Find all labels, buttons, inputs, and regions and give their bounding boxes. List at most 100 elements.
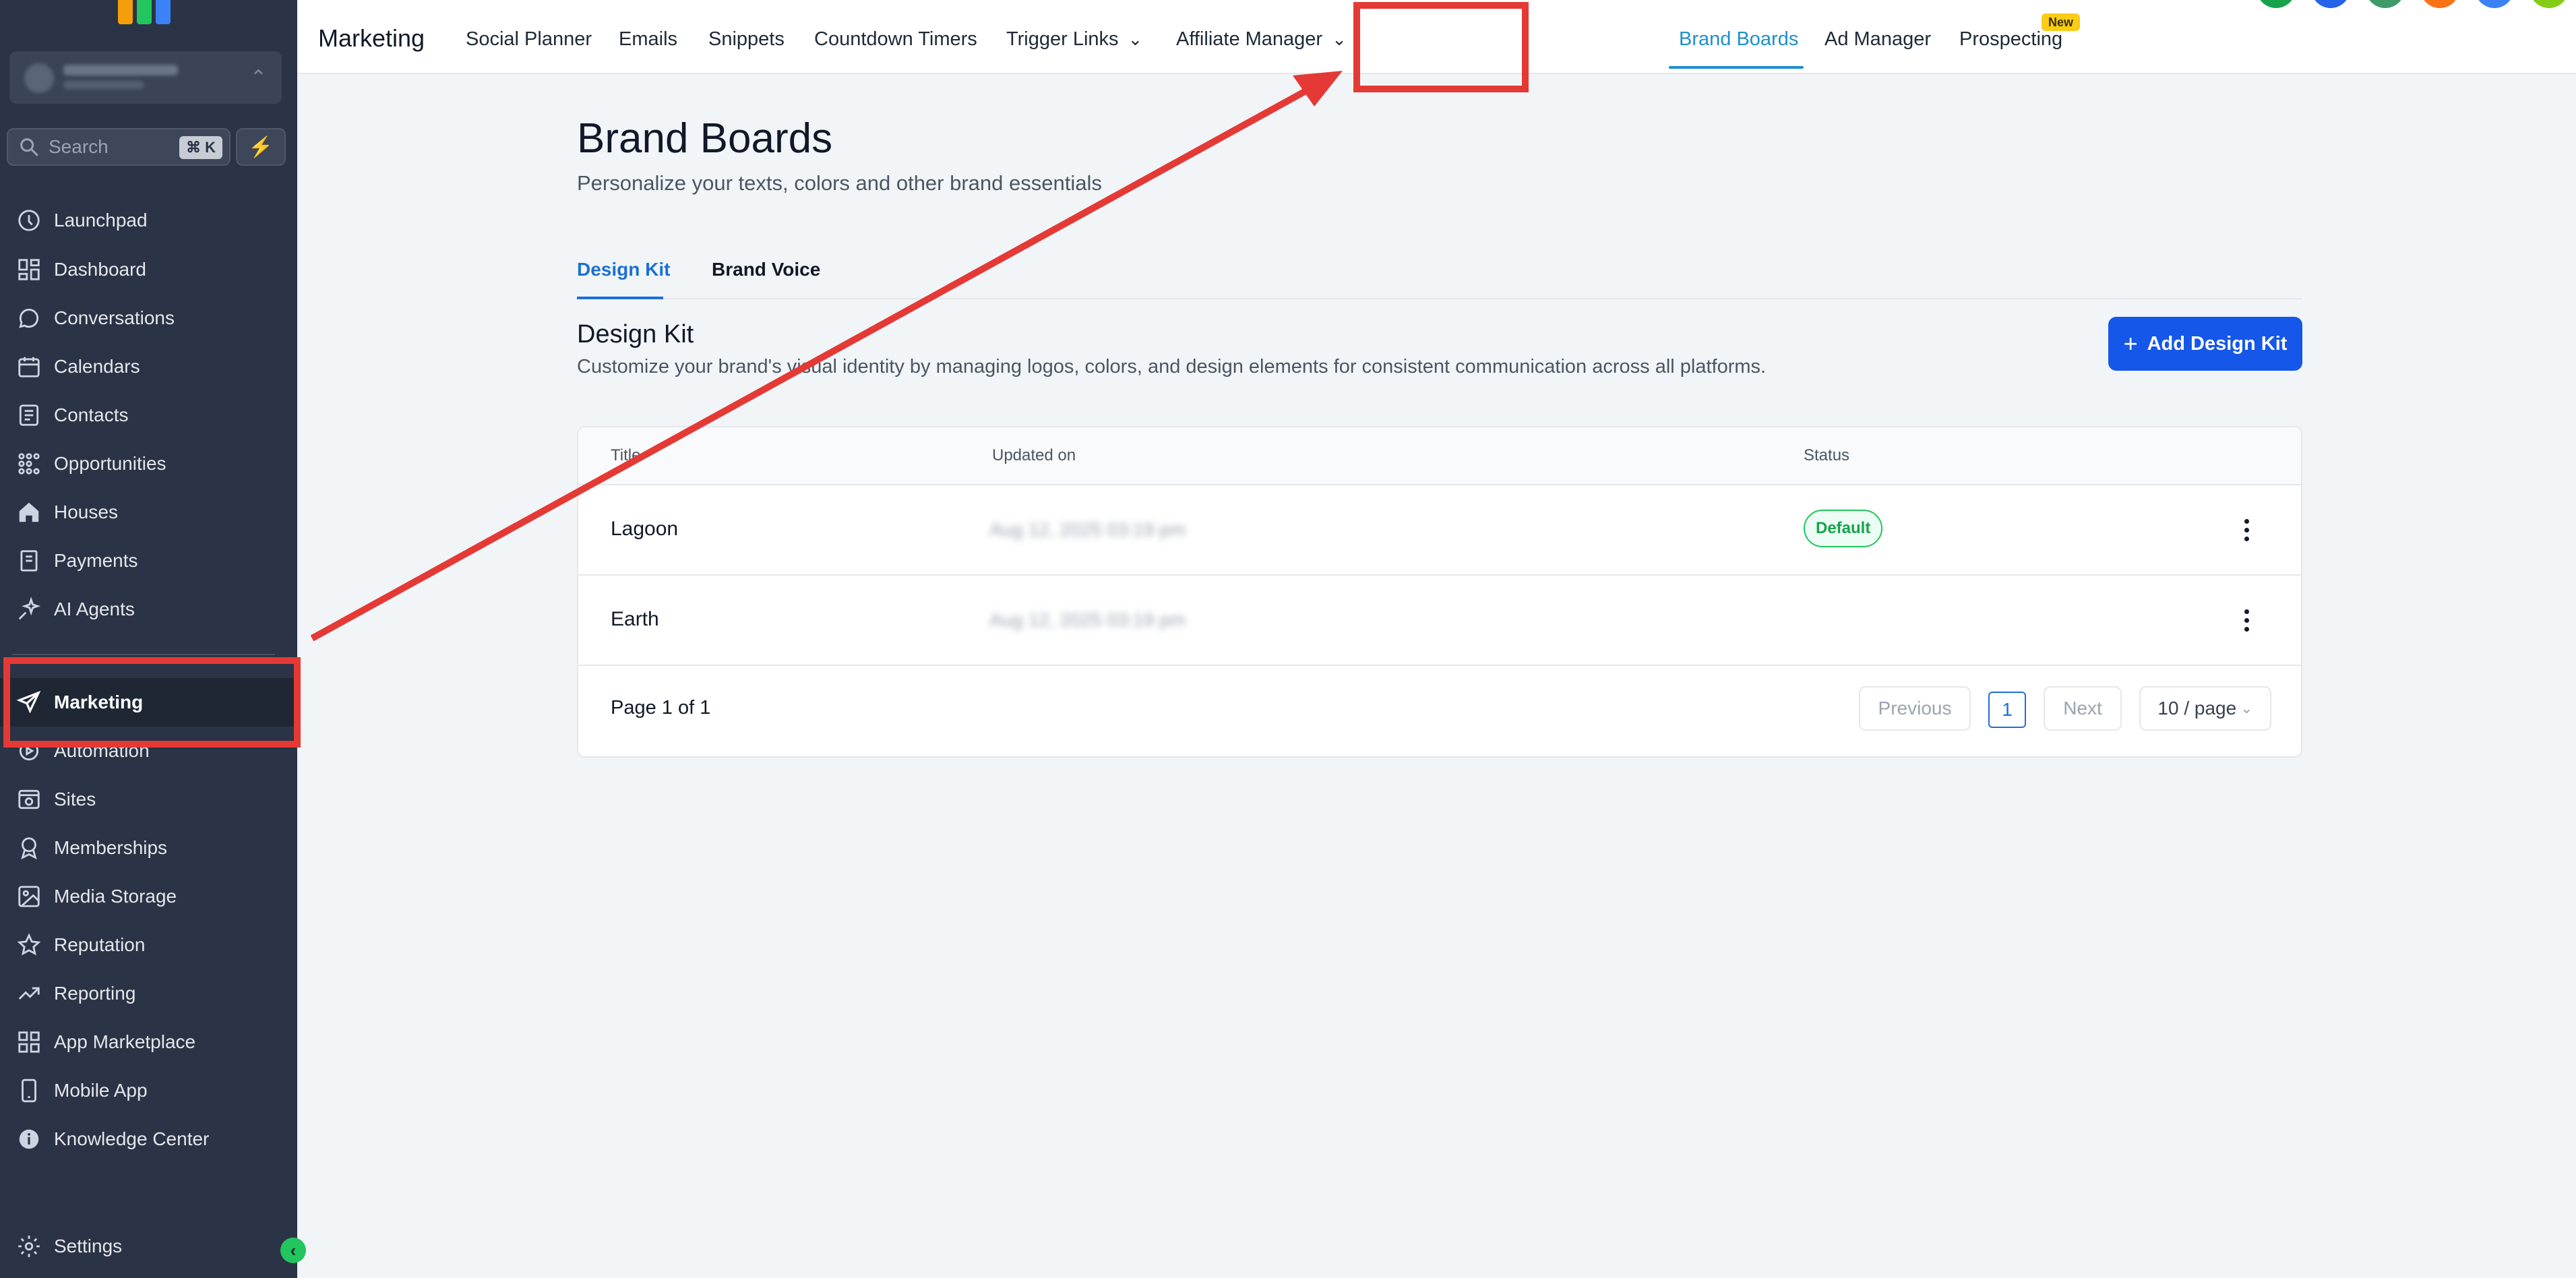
quick-actions-button[interactable]: ⚡ bbox=[236, 128, 286, 166]
avatar[interactable] bbox=[2529, 0, 2569, 8]
chevron-down-icon: ⌄ bbox=[2240, 700, 2253, 717]
search-placeholder: Search bbox=[49, 136, 109, 157]
sidebar-item-label: Payments bbox=[54, 550, 138, 571]
tab-design-kit[interactable]: Design Kit bbox=[577, 259, 670, 280]
sidebar-item-label: Calendars bbox=[54, 356, 140, 377]
tab-trigger-links[interactable]: Trigger Links ⌄ bbox=[1006, 28, 1142, 51]
kit-updated-date: Aug 12, 2025 03:19 pm bbox=[989, 609, 1186, 630]
status-badge: Default bbox=[1804, 510, 1883, 547]
app-logo[interactable] bbox=[118, 0, 172, 24]
tab-affiliate-manager[interactable]: Affiliate Manager ⌄ bbox=[1176, 28, 1347, 51]
sidebar-item-reputation[interactable]: Reputation bbox=[0, 921, 297, 969]
more-options-icon[interactable] bbox=[2236, 508, 2257, 551]
account-switcher[interactable]: ⌃ bbox=[9, 51, 282, 104]
tab-label: Snippets bbox=[708, 28, 785, 50]
phone-icon bbox=[22, 1078, 36, 1103]
chevron-updown-icon: ⌃ bbox=[249, 67, 267, 89]
kit-updated-date: Aug 12, 2025 03:19 pm bbox=[989, 519, 1186, 540]
trend-icon bbox=[18, 987, 40, 1000]
button-label: Add Design Kit bbox=[2147, 332, 2288, 355]
account-name bbox=[63, 65, 178, 75]
sidebar-item-launchpad[interactable]: Launchpad bbox=[0, 196, 297, 245]
page-number-button[interactable]: 1 bbox=[1988, 692, 2026, 728]
top-bar: Marketing Social Planner Emails Snippets… bbox=[297, 0, 2576, 74]
table-row[interactable]: Lagoon Aug 12, 2025 03:19 pm Default bbox=[578, 485, 2301, 576]
sidebar-item-calendars[interactable]: Calendars bbox=[0, 342, 297, 391]
tab-countdown-timers[interactable]: Countdown Timers bbox=[814, 28, 977, 51]
grid-icon bbox=[18, 1031, 40, 1053]
sidebar-item-dashboard[interactable]: Dashboard bbox=[0, 245, 297, 294]
kit-title: Lagoon bbox=[611, 518, 679, 540]
sidebar-item-automation[interactable]: Automation bbox=[0, 727, 297, 775]
sidebar-item-label: AI Agents bbox=[54, 599, 135, 619]
tab-snippets[interactable]: Snippets bbox=[708, 28, 785, 51]
sidebar-item-app-marketplace[interactable]: App Marketplace bbox=[0, 1018, 297, 1066]
table-row[interactable]: Earth Aug 12, 2025 03:19 pm bbox=[578, 576, 2301, 666]
tab-brand-voice[interactable]: Brand Voice bbox=[712, 259, 820, 280]
contacts-icon bbox=[19, 404, 39, 426]
sidebar-divider bbox=[12, 654, 275, 655]
sparkle-icon bbox=[18, 597, 41, 620]
sidebar-item-conversations[interactable]: Conversations bbox=[0, 294, 297, 342]
next-page-button[interactable]: Next bbox=[2044, 686, 2122, 731]
tab-brand-boards[interactable]: Brand Boards bbox=[1679, 28, 1798, 51]
sidebar-item-knowledge-center[interactable]: Knowledge Center bbox=[0, 1115, 297, 1163]
previous-page-button[interactable]: Previous bbox=[1859, 686, 1971, 731]
tab-emails[interactable]: Emails bbox=[619, 28, 677, 51]
active-tab-indicator bbox=[1669, 66, 1804, 69]
opportunities-icon bbox=[18, 453, 40, 475]
lightning-icon: ⚡ bbox=[248, 135, 274, 158]
sidebar-item-marketing[interactable]: Marketing bbox=[0, 678, 297, 727]
avatar[interactable] bbox=[2311, 0, 2350, 8]
sidebar-item-settings[interactable]: Settings bbox=[0, 1222, 297, 1271]
tab-label: Countdown Timers bbox=[814, 28, 977, 50]
section-description: Customize your brand's visual identity b… bbox=[577, 356, 1767, 377]
tab-prospecting[interactable]: Prospecting bbox=[1959, 28, 2062, 51]
tab-label: Social Planner bbox=[466, 28, 592, 50]
sidebar-item-sites[interactable]: Sites bbox=[0, 775, 297, 824]
sidebar-item-mobile-app[interactable]: Mobile App bbox=[0, 1066, 297, 1115]
account-location bbox=[63, 81, 144, 89]
sidebar-item-label: Media Storage bbox=[54, 886, 177, 907]
sidebar-item-opportunities[interactable]: Opportunities bbox=[0, 439, 297, 488]
sidebar-item-label: Mobile App bbox=[54, 1080, 148, 1101]
search-input[interactable]: Search ⌘ K bbox=[7, 128, 231, 166]
chevron-down-icon: ⌄ bbox=[1332, 29, 1347, 49]
avatar[interactable] bbox=[2420, 0, 2459, 8]
page-size-value: 10 / page bbox=[2157, 698, 2237, 719]
calendar-icon bbox=[18, 357, 40, 377]
sidebar-item-label: Conversations bbox=[54, 307, 175, 328]
send-icon bbox=[16, 690, 41, 714]
section-heading: Design Kit bbox=[577, 320, 694, 348]
tab-label: Brand Boards bbox=[1679, 28, 1799, 50]
sidebar-item-label: Memberships bbox=[54, 837, 168, 858]
add-design-kit-button[interactable]: + Add Design Kit bbox=[2108, 317, 2302, 371]
search-icon bbox=[20, 138, 38, 156]
sidebar-item-contacts[interactable]: Contacts bbox=[0, 391, 297, 439]
page-size-select[interactable]: 10 / page ⌄ bbox=[2139, 686, 2271, 731]
sidebar-item-media-storage[interactable]: Media Storage bbox=[0, 872, 297, 921]
sidebar-item-reporting[interactable]: Reporting bbox=[0, 969, 297, 1018]
sidebar-item-label: Opportunities bbox=[54, 453, 166, 474]
more-options-icon[interactable] bbox=[2236, 599, 2257, 642]
sidebar-item-houses[interactable]: Houses bbox=[0, 488, 297, 537]
sidebar-item-label: Reputation bbox=[54, 934, 146, 955]
collapse-sidebar-button[interactable]: ‹ bbox=[280, 1238, 306, 1263]
sidebar-item-ai-agents[interactable]: AI Agents bbox=[0, 585, 297, 634]
avatar[interactable] bbox=[2475, 0, 2514, 8]
sidebar-item-memberships[interactable]: Memberships bbox=[0, 824, 297, 872]
chat-bubble-icon bbox=[19, 309, 39, 328]
tab-ad-manager[interactable]: Ad Manager bbox=[1824, 28, 1931, 51]
sidebar-item-label: Houses bbox=[54, 501, 118, 522]
table-header: Title Updated on Status bbox=[578, 427, 2301, 485]
annotation-arrow-head bbox=[1293, 71, 1343, 106]
dashboard-icon bbox=[18, 259, 40, 280]
tab-social-planner[interactable]: Social Planner bbox=[466, 28, 592, 51]
account-avatar bbox=[24, 63, 54, 93]
sidebar-item-label: Sites bbox=[54, 789, 96, 810]
sidebar-item-payments[interactable]: Payments bbox=[0, 537, 297, 585]
avatar[interactable] bbox=[2257, 0, 2296, 8]
avatar[interactable] bbox=[2366, 0, 2405, 8]
sidebar-item-label: Dashboard bbox=[54, 259, 146, 280]
pagination-info: Page 1 of 1 bbox=[611, 697, 711, 719]
